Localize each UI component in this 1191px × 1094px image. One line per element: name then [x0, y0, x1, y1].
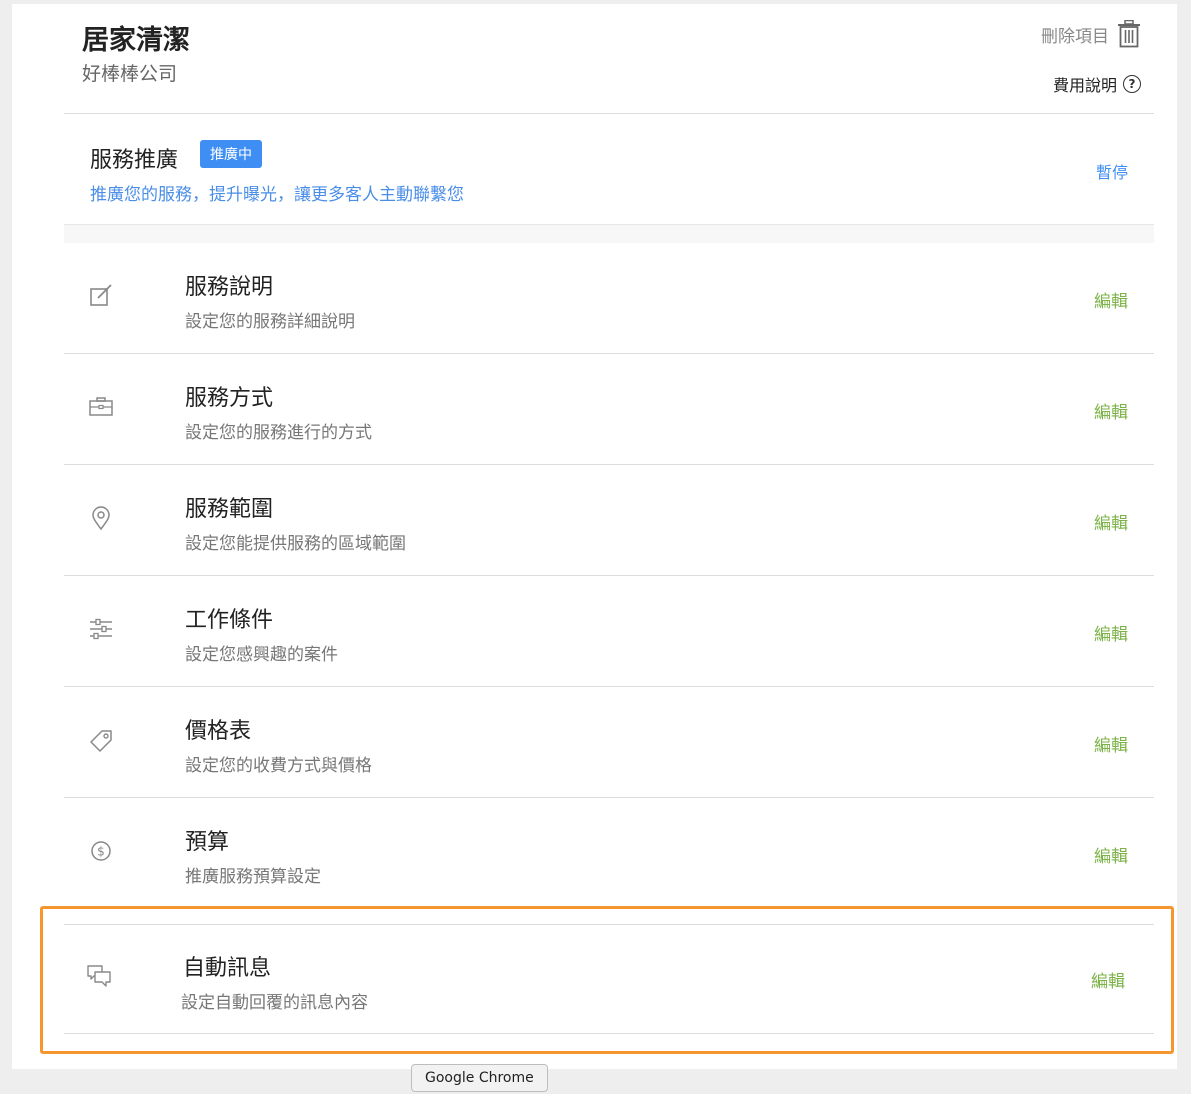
item-title: 服務說明 [185, 275, 274, 300]
item-title: 自動訊息 [183, 956, 272, 981]
item-description: 設定您的收費方式與價格 [185, 756, 372, 776]
list-item-service-description: 服務說明 設定您的服務詳細說明 編輯 [64, 243, 1154, 354]
pause-promotion-button[interactable]: 暫停 [1096, 159, 1128, 183]
location-pin-icon [88, 505, 114, 531]
item-description: 推廣服務預算設定 [185, 867, 321, 887]
delete-item-label: 刪除項目 [1041, 26, 1109, 47]
edit-button[interactable]: 編輯 [1091, 967, 1125, 992]
browser-tooltip: Google Chrome [411, 1064, 548, 1092]
section-gap [64, 224, 1154, 244]
fee-info-label: 費用說明 [1052, 76, 1117, 95]
sliders-icon [88, 616, 114, 642]
item-title: 價格表 [185, 719, 252, 744]
dollar-icon: $ [88, 838, 114, 864]
fee-info-link[interactable]: 費用說明 ? [1053, 72, 1141, 96]
list-item-work-conditions: 工作條件 設定您感興趣的案件 編輯 [64, 576, 1154, 687]
item-description: 設定您感興趣的案件 [185, 645, 338, 665]
services-settings-page: 居家清潔 好棒棒公司 刪除項目 費用說明 ? 服務推廣 推廣中 推廣您的服務，提… [12, 4, 1177, 1069]
list-item-auto-message: 自動訊息 設定自動回覆的訊息內容 編輯 [64, 925, 1154, 1034]
edit-icon [88, 283, 114, 309]
promotion-status-badge: 推廣中 [200, 140, 262, 168]
item-title: 工作條件 [185, 608, 274, 633]
edit-button[interactable]: 編輯 [1094, 287, 1128, 312]
promotion-description: 推廣您的服務，提升曝光，讓更多客人主動聯繫您 [90, 185, 464, 205]
promotion-section: 服務推廣 推廣中 推廣您的服務，提升曝光，讓更多客人主動聯繫您 暫停 [64, 114, 1154, 224]
item-description: 設定自動回覆的訊息內容 [181, 993, 368, 1013]
list-item-budget: $ 預算 推廣服務預算設定 編輯 [64, 798, 1154, 908]
edit-button[interactable]: 編輯 [1094, 620, 1128, 645]
delete-item-button[interactable]: 刪除項目 [1041, 20, 1141, 48]
edit-button[interactable]: 編輯 [1094, 731, 1128, 756]
item-description: 設定您能提供服務的區域範圍 [185, 534, 406, 554]
promotion-title: 服務推廣 [90, 148, 179, 173]
price-tag-icon [88, 727, 114, 753]
help-icon: ? [1123, 75, 1141, 93]
svg-text:$: $ [97, 845, 105, 859]
briefcase-icon [88, 394, 114, 420]
item-title: 服務範圍 [185, 497, 274, 522]
list-item-service-area: 服務範圍 設定您能提供服務的區域範圍 編輯 [64, 465, 1154, 576]
trash-icon [1117, 20, 1141, 48]
edit-button[interactable]: 編輯 [1094, 398, 1128, 423]
page-title: 居家清潔 [82, 25, 190, 56]
company-name: 好棒棒公司 [82, 63, 178, 85]
page-header: 居家清潔 好棒棒公司 刪除項目 費用說明 ? [12, 4, 1177, 114]
edit-button[interactable]: 編輯 [1094, 842, 1128, 867]
item-title: 預算 [185, 830, 230, 855]
item-description: 設定您的服務進行的方式 [185, 423, 372, 443]
chat-icon [86, 963, 112, 989]
list-item-price-list: 價格表 設定您的收費方式與價格 編輯 [64, 687, 1154, 798]
item-description: 設定您的服務詳細說明 [185, 312, 355, 332]
item-title: 服務方式 [185, 386, 274, 411]
list-item-service-method: 服務方式 設定您的服務進行的方式 編輯 [64, 354, 1154, 465]
edit-button[interactable]: 編輯 [1094, 509, 1128, 534]
